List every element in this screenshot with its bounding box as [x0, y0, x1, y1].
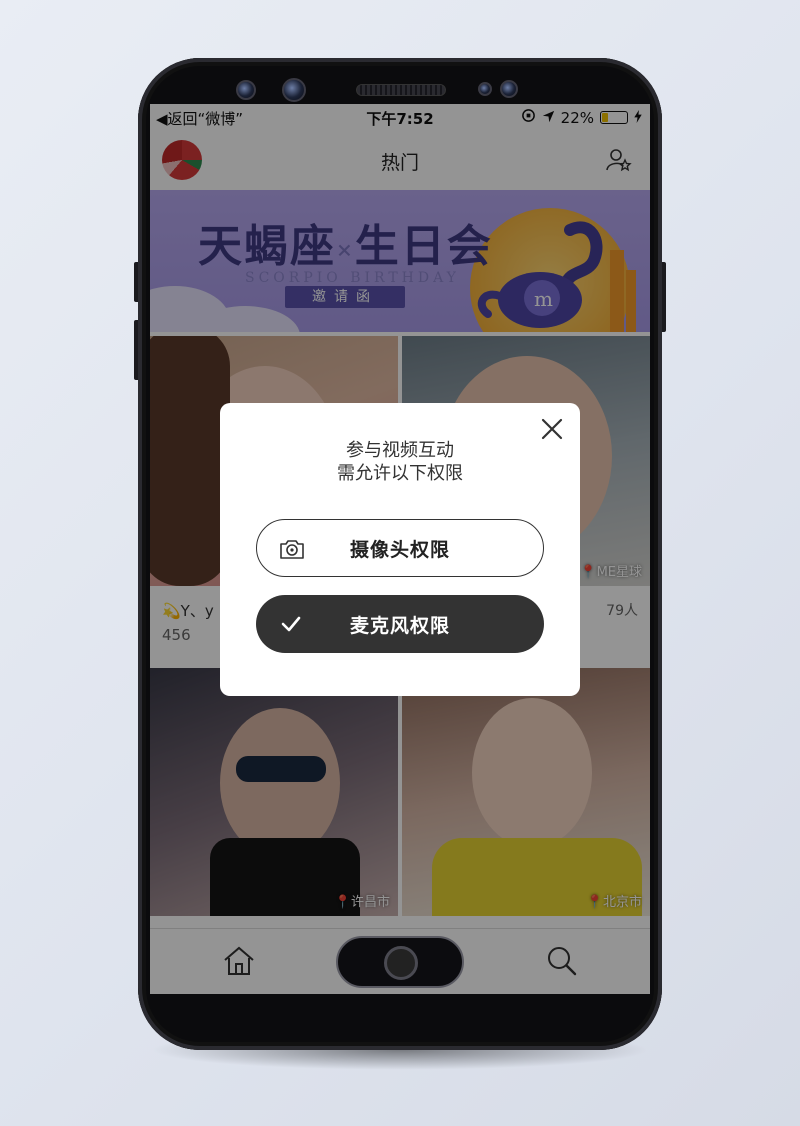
sensor: [500, 80, 518, 98]
earpiece-speaker: [356, 84, 446, 96]
permission-message-line1: 参与视频互动: [346, 440, 454, 461]
camera-permission-button[interactable]: 摄像头权限: [256, 519, 544, 577]
camera-icon: [279, 536, 305, 562]
phone-home-button[interactable]: [336, 936, 464, 988]
checkmark-icon: [278, 611, 304, 637]
close-icon[interactable]: [540, 417, 564, 441]
permission-dialog: 参与视频互动 需允许以下权限 摄像头权限 麦克风权限: [220, 403, 580, 696]
front-camera: [282, 78, 306, 102]
mic-permission-button[interactable]: 麦克风权限: [256, 595, 544, 653]
permission-message: 参与视频互动 需允许以下权限: [220, 439, 580, 485]
sensor: [478, 82, 492, 96]
permission-message-line2: 需允许以下权限: [337, 463, 463, 484]
front-camera: [236, 80, 256, 100]
